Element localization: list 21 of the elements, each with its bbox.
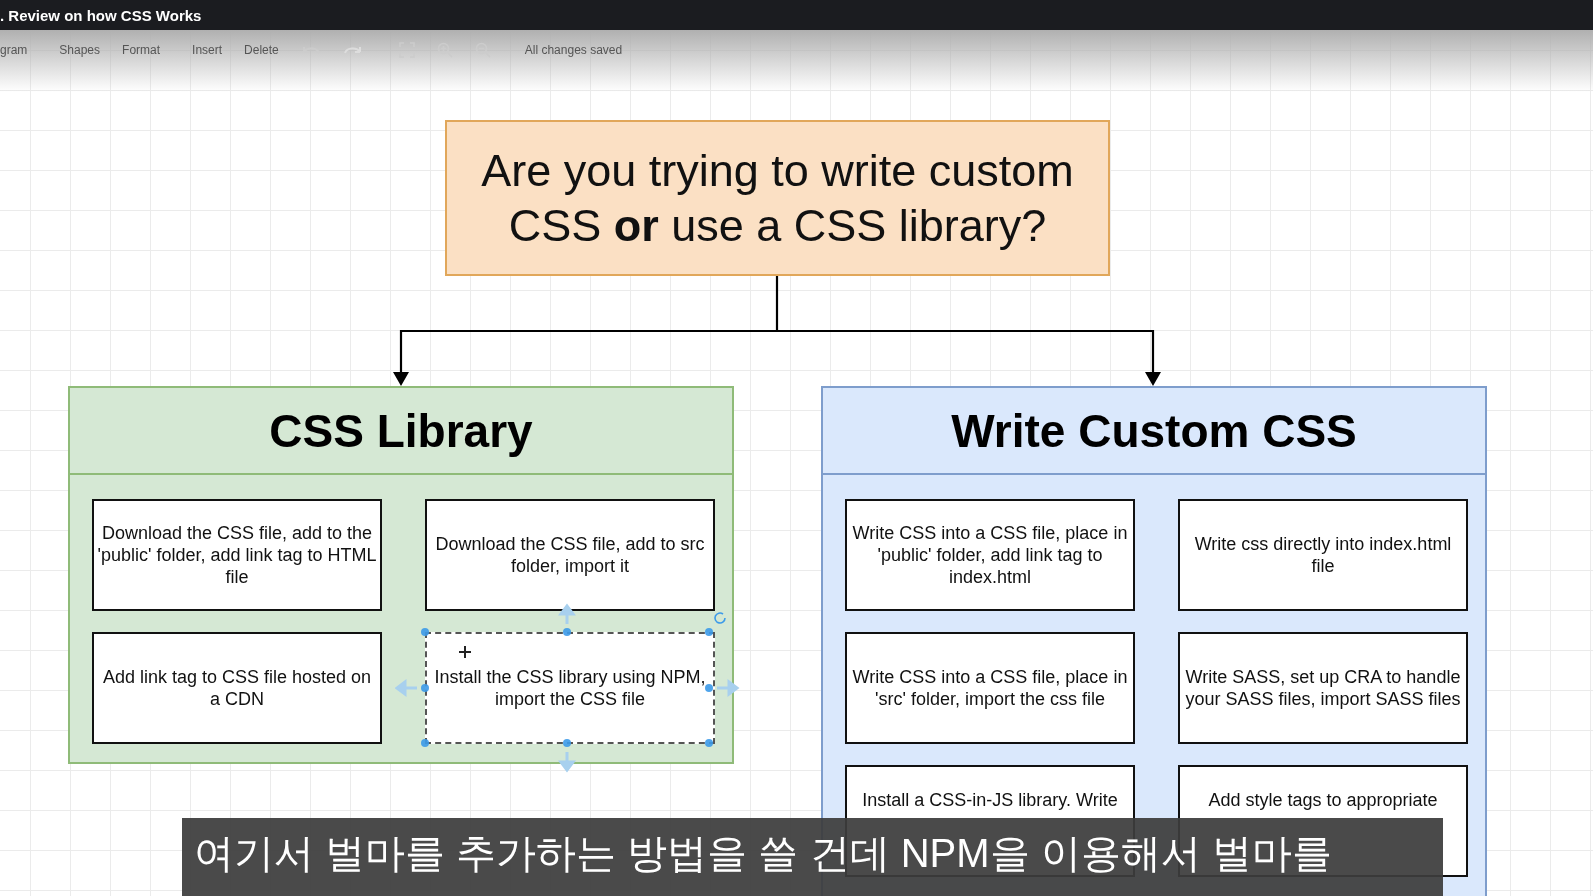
process-node: Download the CSS file, add to src folder, import it <box>425 499 715 611</box>
process-node: Write css directly into index.html file <box>1178 499 1468 611</box>
subtitle-caption: 여기서 벌마를 추가하는 방법을 쓸 건데 NPM을 이용해서 벌마를 <box>182 818 1443 896</box>
video-title: . Review on how CSS Works <box>0 6 202 24</box>
process-node: Install the CSS library using NPM, import the CSS file <box>425 632 715 744</box>
toolbar-item[interactable]: Shapes <box>59 43 101 57</box>
process-node: Write CSS into a CSS file, place in 'public' folder, add link tag to index.html <box>845 499 1135 611</box>
process-node: Download the CSS file, add to the 'public' folder, add link tag to HTML file <box>92 499 382 611</box>
toolbar-item[interactable]: gram <box>0 43 28 57</box>
toolbar-item[interactable]: Delete <box>244 43 279 57</box>
process-node: Write SASS, set up CRA to handle your SASS files, import SASS files <box>1178 632 1468 744</box>
process-node: Write CSS into a CSS file, place in 'src' folder, import the css file <box>845 632 1135 744</box>
process-node: Add link tag to CSS file hosted on a CDN <box>92 632 382 744</box>
toolbar-item[interactable]: Insert <box>192 43 223 57</box>
toolbar-item[interactable]: Format <box>122 43 161 57</box>
save-status: All changes saved <box>524 43 623 57</box>
container-header: Write Custom CSS <box>823 388 1485 475</box>
container-header: CSS Library <box>70 388 732 475</box>
fullscreen-icon[interactable] <box>398 42 415 58</box>
zoom-in-icon[interactable] <box>436 42 453 58</box>
question-node: Are you trying to write custom CSS or use a CSS library? <box>445 120 1110 276</box>
